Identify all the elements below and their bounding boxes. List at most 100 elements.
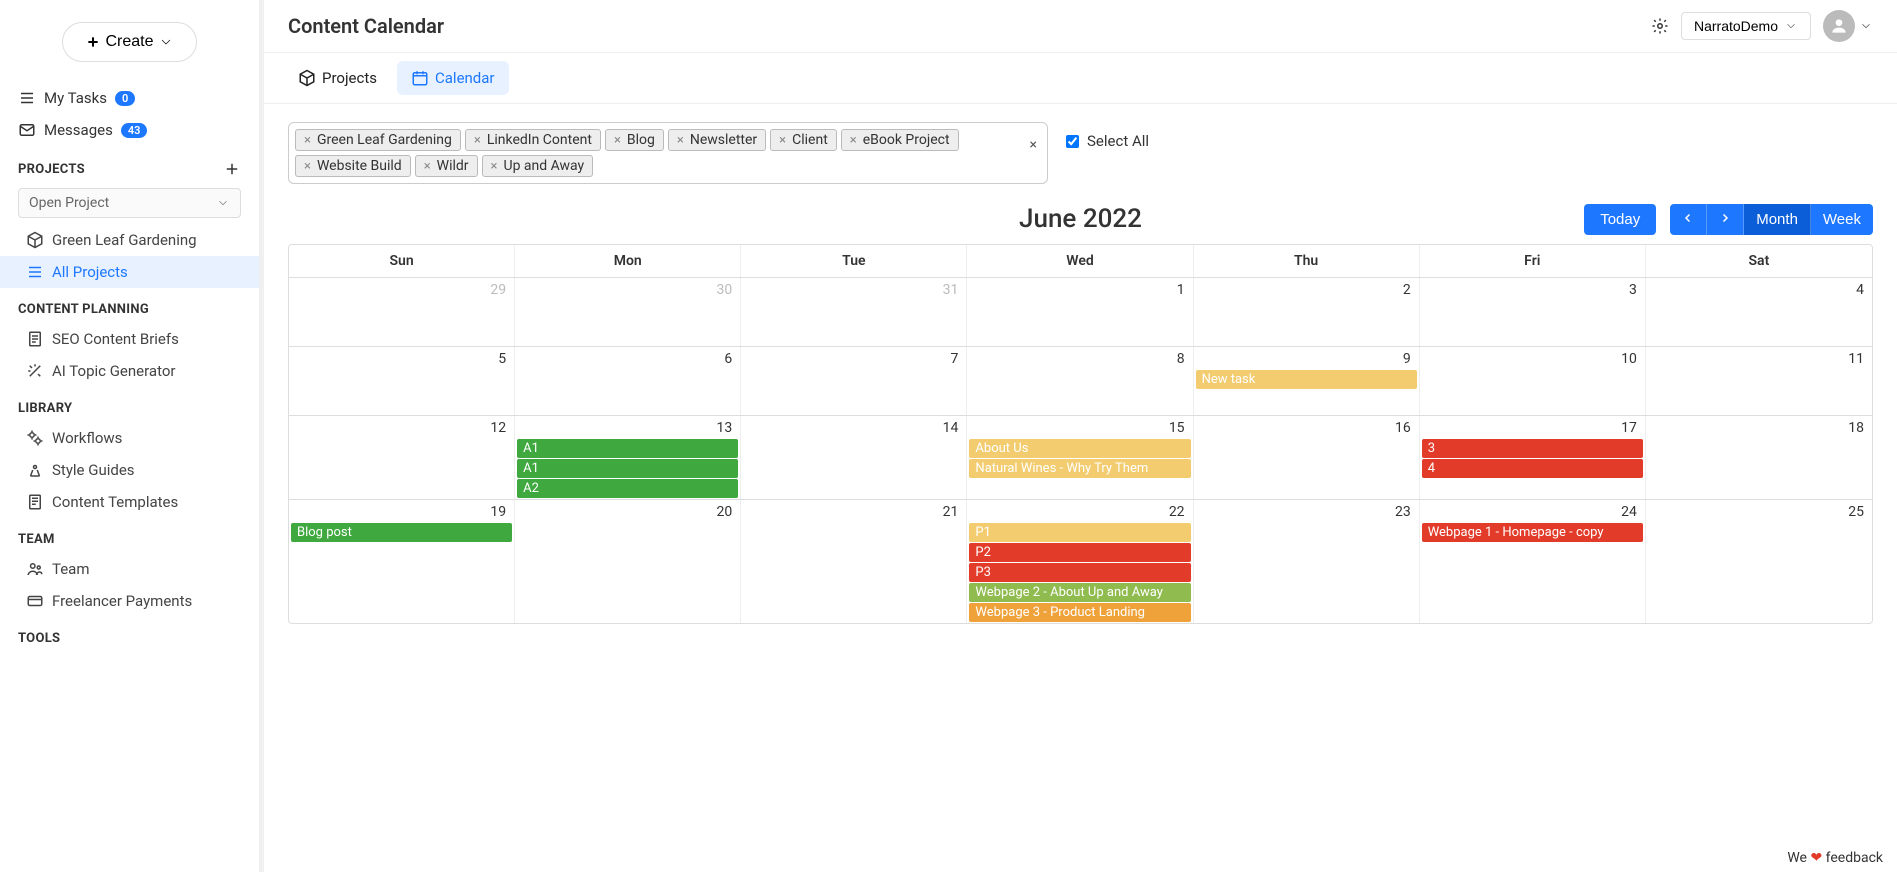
remove-tag-icon[interactable]: × — [491, 159, 498, 174]
calendar-weeks: 293031123456789New task10111213A1A1A2141… — [289, 278, 1872, 623]
tab-calendar[interactable]: Calendar — [397, 61, 509, 95]
calendar-day[interactable]: 21 — [741, 500, 967, 623]
filter-tag[interactable]: ×Up and Away — [482, 155, 594, 177]
calendar-day[interactable]: 24Webpage 1 - Homepage - copy — [1420, 500, 1646, 623]
filter-tag[interactable]: ×Blog — [605, 129, 664, 151]
sidebar-messages[interactable]: Messages 43 — [0, 114, 259, 146]
calendar-day[interactable]: 12 — [289, 416, 515, 499]
view-tabs: Projects Calendar — [264, 53, 1897, 104]
sidebar-freelancer-payments[interactable]: Freelancer Payments — [0, 585, 259, 617]
calendar-event[interactable]: P3 — [969, 563, 1190, 582]
remove-tag-icon[interactable]: × — [779, 133, 786, 148]
remove-tag-icon[interactable]: × — [677, 133, 684, 148]
dow-cell: Thu — [1194, 245, 1420, 277]
content-planning-label: CONTENT PLANNING — [18, 302, 149, 317]
calendar-day[interactable]: 8 — [967, 347, 1193, 415]
calendar-event[interactable]: Natural Wines - Why Try Them — [969, 459, 1190, 478]
create-button[interactable]: Create — [62, 22, 196, 62]
filter-tag[interactable]: ×Client — [770, 129, 837, 151]
calendar-day[interactable]: 5 — [289, 347, 515, 415]
gear-icon[interactable] — [1651, 17, 1669, 35]
calendar-day[interactable]: 4 — [1646, 278, 1872, 346]
calendar-event[interactable]: Webpage 1 - Homepage - copy — [1422, 523, 1643, 542]
project-filter-tags[interactable]: ×Green Leaf Gardening×LinkedIn Content×B… — [288, 122, 1048, 184]
remove-tag-icon[interactable]: × — [424, 159, 431, 174]
filter-tag[interactable]: ×eBook Project — [841, 129, 959, 151]
calendar-event[interactable]: New task — [1196, 370, 1417, 389]
clear-filters-icon[interactable]: × — [1030, 137, 1037, 153]
today-button[interactable]: Today — [1584, 204, 1656, 235]
calendar-day[interactable]: 11 — [1646, 347, 1872, 415]
calendar-day[interactable]: 19Blog post — [289, 500, 515, 623]
remove-tag-icon[interactable]: × — [304, 159, 311, 174]
calendar-event[interactable]: Webpage 3 - Product Landing — [969, 603, 1190, 622]
calendar-event[interactable]: A2 — [517, 479, 738, 498]
calendar-day[interactable]: 16 — [1194, 416, 1420, 499]
day-number: 8 — [1177, 351, 1185, 367]
sidebar-all-projects[interactable]: All Projects — [0, 256, 259, 288]
sidebar-my-tasks[interactable]: My Tasks 0 — [0, 82, 259, 114]
sidebar-team[interactable]: Team — [0, 553, 259, 585]
calendar-day[interactable]: 13A1A1A2 — [515, 416, 741, 499]
calendar-day[interactable]: 10 — [1420, 347, 1646, 415]
calendar-day[interactable]: 1 — [967, 278, 1193, 346]
sidebar-seo-briefs[interactable]: SEO Content Briefs — [0, 323, 259, 355]
calendar-day[interactable]: 15About UsNatural Wines - Why Try Them — [967, 416, 1193, 499]
calendar-day[interactable]: 3 — [1420, 278, 1646, 346]
sidebar-style-guides[interactable]: Style Guides — [0, 454, 259, 486]
month-view-button[interactable]: Month — [1744, 204, 1811, 235]
calendar-event[interactable]: A1 — [517, 439, 738, 458]
calendar-day[interactable]: 1734 — [1420, 416, 1646, 499]
prev-button[interactable] — [1670, 204, 1707, 235]
remove-tag-icon[interactable]: × — [474, 133, 481, 148]
calendar-day[interactable]: 9New task — [1194, 347, 1420, 415]
calendar-event[interactable]: 4 — [1422, 459, 1643, 478]
remove-tag-icon[interactable]: × — [850, 133, 857, 148]
filter-tag[interactable]: ×LinkedIn Content — [465, 129, 601, 151]
calendar-event[interactable]: P2 — [969, 543, 1190, 562]
next-button[interactable] — [1707, 204, 1744, 235]
calendar-event[interactable]: A1 — [517, 459, 738, 478]
calendar-day[interactable]: 22P1P2P3Webpage 2 - About Up and AwayWeb… — [967, 500, 1193, 623]
calendar-day[interactable]: 18 — [1646, 416, 1872, 499]
sidebar-workflows[interactable]: Workflows — [0, 422, 259, 454]
calendar-event[interactable]: Webpage 2 - About Up and Away — [969, 583, 1190, 602]
user-menu[interactable] — [1823, 10, 1873, 42]
filter-tag[interactable]: ×Website Build — [295, 155, 411, 177]
chevron-down-icon — [216, 196, 230, 210]
calendar-day[interactable]: 31 — [741, 278, 967, 346]
page-title: Content Calendar — [288, 14, 444, 38]
filter-tag[interactable]: ×Wildr — [415, 155, 478, 177]
sidebar-project-green-leaf[interactable]: Green Leaf Gardening — [0, 224, 259, 256]
remove-tag-icon[interactable]: × — [304, 133, 311, 148]
cube-icon — [298, 69, 316, 87]
sidebar-ai-topic[interactable]: AI Topic Generator — [0, 355, 259, 387]
calendar-day[interactable]: 7 — [741, 347, 967, 415]
calendar-day[interactable]: 23 — [1194, 500, 1420, 623]
week-view-button[interactable]: Week — [1811, 204, 1873, 235]
tab-projects[interactable]: Projects — [284, 61, 391, 95]
workspace-select[interactable]: NarratoDemo — [1681, 12, 1811, 40]
open-project-select[interactable]: Open Project — [18, 188, 241, 218]
sidebar-content-templates[interactable]: Content Templates — [0, 486, 259, 518]
calendar-day[interactable]: 20 — [515, 500, 741, 623]
filter-tag[interactable]: ×Green Leaf Gardening — [295, 129, 461, 151]
select-all-checkbox[interactable]: Select All — [1066, 132, 1149, 150]
calendar-event[interactable]: Blog post — [291, 523, 512, 542]
filter-tag[interactable]: ×Newsletter — [668, 129, 766, 151]
calendar-day[interactable]: 14 — [741, 416, 967, 499]
calendar-event[interactable]: 3 — [1422, 439, 1643, 458]
remove-tag-icon[interactable]: × — [614, 133, 621, 148]
calendar-day[interactable]: 29 — [289, 278, 515, 346]
calendar-event[interactable]: P1 — [969, 523, 1190, 542]
add-project-icon[interactable] — [223, 160, 241, 178]
select-all-input[interactable] — [1066, 135, 1079, 148]
plus-icon — [85, 34, 101, 50]
day-number: 5 — [498, 351, 506, 367]
feedback-link[interactable]: We ❤ feedback — [1787, 850, 1883, 866]
calendar-day[interactable]: 2 — [1194, 278, 1420, 346]
calendar-event[interactable]: About Us — [969, 439, 1190, 458]
calendar-day[interactable]: 25 — [1646, 500, 1872, 623]
calendar-day[interactable]: 30 — [515, 278, 741, 346]
calendar-day[interactable]: 6 — [515, 347, 741, 415]
